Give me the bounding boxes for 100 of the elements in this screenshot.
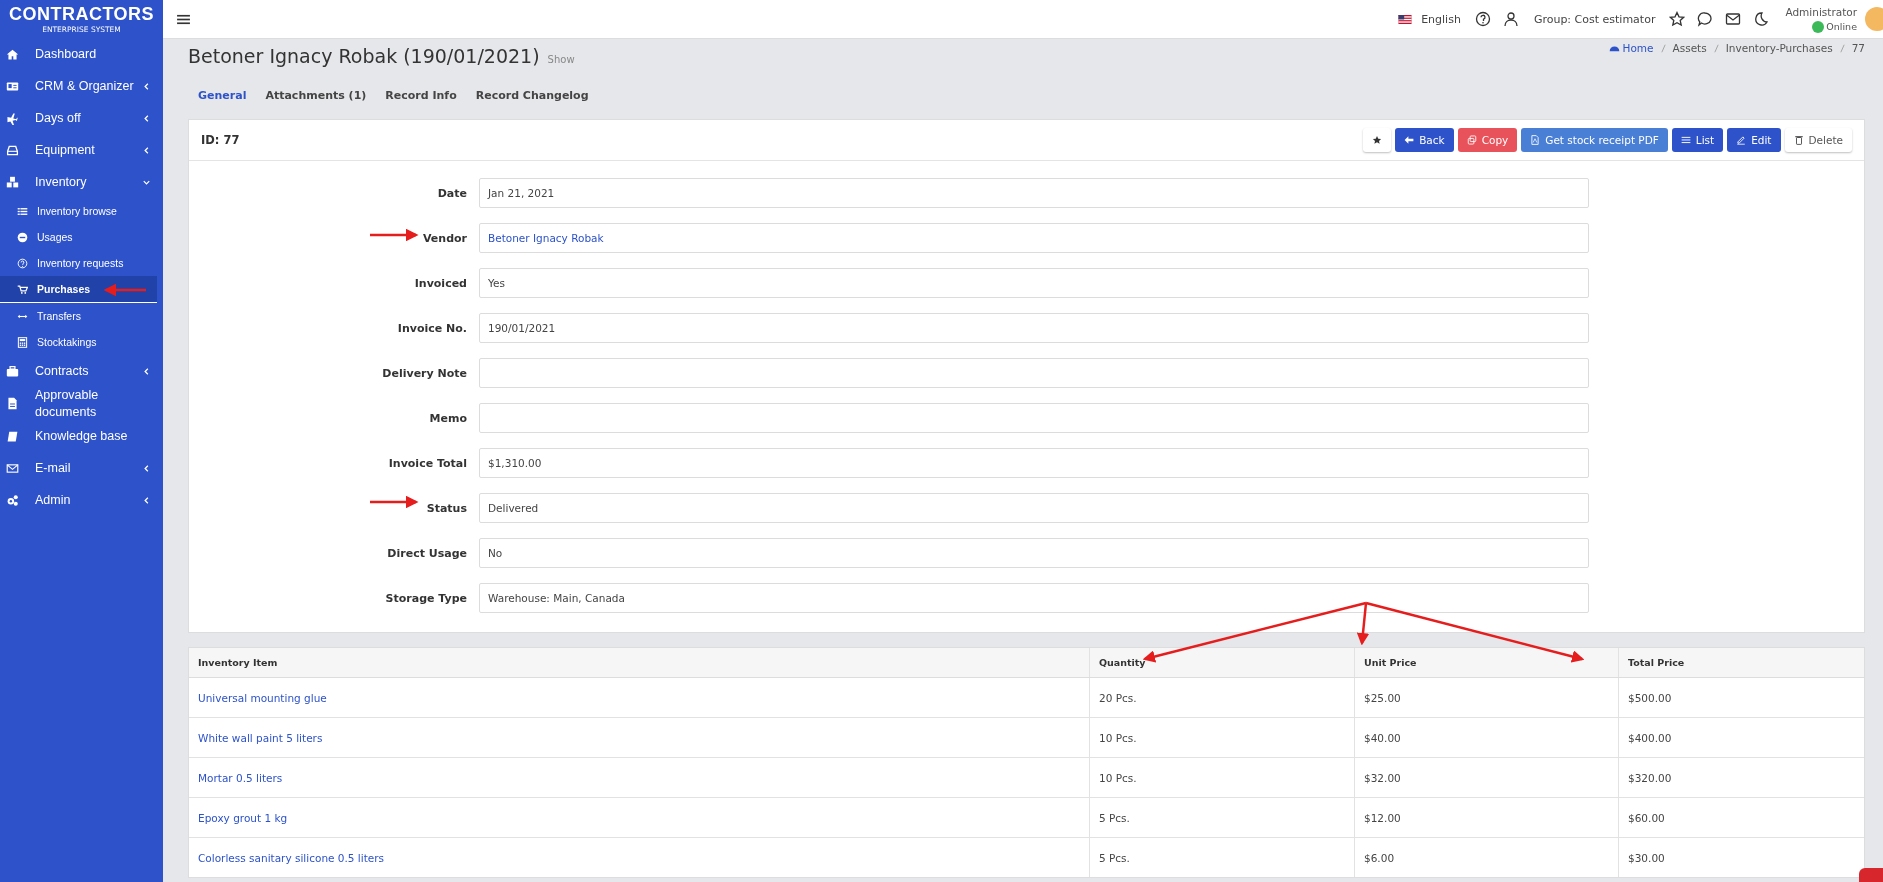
sidebar-item[interactable]: Inventory [0, 166, 163, 198]
menu-item-icon [6, 494, 19, 508]
brand-logo[interactable]: CONTRACTORS [8, 4, 155, 23]
moon-icon[interactable] [1753, 11, 1770, 27]
submenu-icon [17, 257, 28, 269]
field-value: Delivered [479, 493, 1589, 523]
submenu-label: Inventory requests [37, 257, 124, 269]
group-label[interactable]: Group: Cost estimator [1533, 12, 1656, 26]
column-header: Quantity [1089, 648, 1355, 678]
table-cell: $25.00 [1354, 677, 1619, 718]
menu-label: Knowledge base [35, 428, 129, 446]
online-status-dot [1812, 20, 1825, 33]
field-label: Invoiced [414, 276, 467, 290]
mail-icon[interactable] [1725, 11, 1742, 27]
table-cell: 5 Pcs. [1089, 837, 1355, 877]
submenu-label: Usages [37, 231, 73, 243]
tab[interactable]: Record Info [385, 89, 457, 117]
sidebar-item[interactable]: E-mail [0, 452, 163, 485]
breadcrumb-item[interactable]: Assets [1672, 42, 1707, 54]
sidebar-item[interactable]: Admin [0, 484, 163, 517]
breadcrumb-separator [1713, 43, 1719, 53]
menu-label: Equipment [35, 141, 96, 159]
table-cell: $320.00 [1618, 757, 1864, 798]
sidebar-item[interactable]: Days off [0, 102, 163, 134]
field-value: Jan 21, 2021 [479, 178, 1589, 208]
table-cell: 20 Pcs. [1089, 677, 1355, 718]
submenu-label: Inventory browse [37, 205, 117, 217]
button-icon [1680, 135, 1691, 145]
breadcrumb-item[interactable]: Inventory-Purchases [1725, 42, 1833, 54]
user-name: Administrator [1785, 5, 1857, 18]
item-link[interactable]: White wall paint 5 liters [189, 717, 1090, 758]
breadcrumb-item[interactable]: Home [1622, 42, 1654, 54]
menu-icon[interactable] [177, 13, 190, 25]
star-icon[interactable] [1669, 11, 1686, 27]
copy-button[interactable]: Copy [1457, 128, 1518, 152]
submenu-icon [17, 336, 28, 348]
menu-label: E-mail [35, 460, 72, 478]
tab[interactable]: General [198, 89, 247, 117]
edit-button[interactable]: Edit [1727, 128, 1781, 152]
list-button[interactable]: List [1671, 128, 1724, 152]
breadcrumb-item[interactable]: 77 [1851, 42, 1865, 54]
menu-item-icon [6, 397, 19, 411]
field-label: Storage Type [385, 591, 467, 605]
table-cell: 5 Pcs. [1089, 797, 1355, 838]
back-button[interactable]: Back [1395, 128, 1454, 152]
submenu-item[interactable]: Inventory requests [0, 250, 163, 276]
submenu-icon [17, 205, 28, 217]
sidebar-item[interactable]: Dashboard [0, 38, 163, 70]
table-cell: $12.00 [1354, 797, 1619, 838]
item-link[interactable]: Mortar 0.5 liters [189, 757, 1090, 798]
chat-button[interactable] [1859, 868, 1883, 882]
sidebar-item[interactable]: Contracts [0, 355, 163, 387]
submenu-item[interactable]: Purchases [0, 276, 157, 303]
breadcrumb-separator [1660, 43, 1666, 53]
submenu-item[interactable]: Transfers [0, 303, 163, 329]
sidebar-item[interactable]: Approvable documents [0, 387, 163, 421]
menu-item-icon [6, 143, 19, 157]
submenu-label: Purchases [37, 283, 91, 295]
field-value: No [479, 538, 1589, 568]
column-header: Total Price [1618, 648, 1864, 678]
field-value: $1,310.00 [479, 448, 1589, 478]
button-icon [1466, 135, 1477, 145]
menu-label: Days off [35, 109, 82, 127]
page-title: Betoner Ignacy Robak (190/01/2021) [188, 45, 540, 67]
sidebar-item[interactable]: Equipment [0, 134, 163, 166]
field-value: Warehouse: Main, Canada [479, 583, 1589, 613]
column-header: Unit Price [1354, 648, 1619, 678]
submenu-item[interactable]: Stocktakings [0, 329, 163, 355]
menu-item-icon [6, 462, 19, 476]
button-icon [1793, 135, 1804, 145]
item-link[interactable]: Universal mounting glue [189, 677, 1090, 718]
menu-item-icon [6, 111, 19, 125]
tab[interactable]: Attachments (1) [265, 89, 367, 117]
table-cell: 10 Pcs. [1089, 757, 1355, 798]
submenu-item[interactable]: Usages [0, 224, 163, 250]
field-value: Yes [479, 268, 1589, 298]
delete-button[interactable]: Delete [1784, 128, 1852, 152]
button-icon [1404, 135, 1415, 145]
table-cell: $60.00 [1618, 797, 1864, 838]
submenu-item[interactable]: Inventory browse [0, 198, 163, 224]
chat-icon[interactable] [1697, 11, 1714, 27]
button-icon [1736, 135, 1747, 145]
online-status: Online [1826, 21, 1857, 32]
annotation-arrow [370, 228, 419, 242]
sidebar-item[interactable]: CRM & Organizer [0, 70, 163, 102]
help-icon[interactable] [1474, 11, 1491, 27]
page-subtitle: Show [547, 54, 575, 65]
menu-label: Inventory [35, 173, 88, 191]
star-button[interactable] [1363, 128, 1392, 152]
item-link[interactable]: Colorless sanitary silicone 0.5 liters [189, 837, 1090, 877]
pdf-button[interactable]: Get stock receipt PDF [1521, 128, 1668, 152]
table-cell: $32.00 [1354, 757, 1619, 798]
tab[interactable]: Record Changelog [475, 89, 589, 117]
menu-label: CRM & Organizer [35, 77, 135, 95]
menu-label: Dashboard [35, 45, 98, 63]
sidebar-item[interactable]: Knowledge base [0, 420, 163, 453]
field-label: Memo [429, 411, 467, 425]
item-link[interactable]: Epoxy grout 1 kg [189, 797, 1090, 838]
language-selector[interactable]: English [1421, 12, 1461, 26]
field-label: Invoice Total [388, 456, 467, 470]
